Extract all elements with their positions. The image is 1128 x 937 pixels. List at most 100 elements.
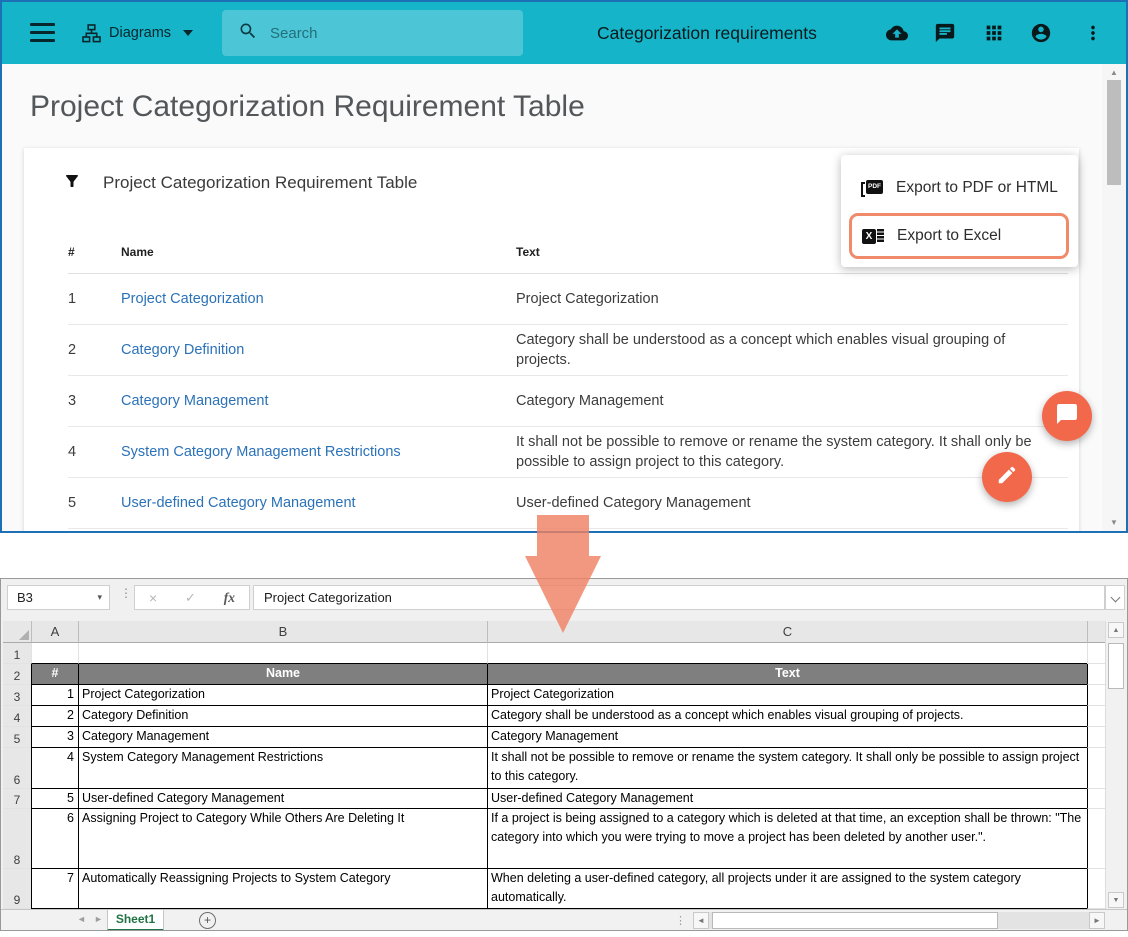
cell[interactable]: Category shall be understood as a concep… <box>487 706 1087 727</box>
requirement-link[interactable]: Project Categorization <box>121 291 264 307</box>
row-header[interactable]: 6 <box>3 748 31 789</box>
formula-buttons: × ✓ fx <box>134 585 250 610</box>
cell[interactable] <box>1087 869 1105 909</box>
scrollbar-thumb[interactable] <box>1108 643 1124 689</box>
cell[interactable] <box>1087 706 1105 727</box>
sheet-prev-icon[interactable]: ◄ <box>77 914 86 924</box>
excel-icon: X <box>862 228 884 245</box>
cell[interactable]: Project Categorization <box>487 685 1087 706</box>
cell[interactable] <box>1087 727 1105 748</box>
cell-header-text[interactable]: Text <box>487 664 1087 685</box>
row-header[interactable]: 4 <box>3 706 31 727</box>
excel-vertical-scrollbar[interactable]: ▲ ▼ <box>1105 621 1126 909</box>
insert-function-icon[interactable]: fx <box>224 590 235 606</box>
scrollbar-thumb[interactable] <box>712 912 998 929</box>
cell[interactable]: Assigning Project to Category While Othe… <box>78 809 487 869</box>
sheet-tab-sheet1[interactable]: Sheet1 <box>107 910 164 931</box>
cell[interactable] <box>1087 789 1105 809</box>
cell[interactable]: It shall not be possible to remove or re… <box>487 748 1087 789</box>
excel-row: 7 5 User-defined Category Management Use… <box>3 789 1105 809</box>
enter-icon[interactable]: ✓ <box>185 590 196 606</box>
cloud-upload-icon[interactable] <box>886 22 908 44</box>
cell[interactable] <box>1087 664 1105 685</box>
scroll-up-icon[interactable]: ▲ <box>1102 68 1126 77</box>
cell[interactable] <box>1087 643 1105 664</box>
scroll-right-icon[interactable]: ► <box>1089 912 1105 929</box>
cell[interactable]: Automatically Reassigning Projects to Sy… <box>78 869 487 909</box>
scrollbar-thumb[interactable] <box>1107 80 1121 185</box>
row-num: 1 <box>68 273 121 324</box>
formula-bar-expand-icon[interactable] <box>1105 585 1125 610</box>
name-box-caret-icon[interactable]: ▾ <box>97 592 102 603</box>
add-sheet-button[interactable]: + <box>199 912 216 929</box>
cell[interactable]: Category Management <box>487 727 1087 748</box>
export-excel-menu-item[interactable]: X Export to Excel <box>849 213 1069 259</box>
cell[interactable] <box>1087 809 1105 869</box>
scroll-up-icon[interactable]: ▲ <box>1108 622 1124 638</box>
filter-icon[interactable] <box>63 172 81 195</box>
cell[interactable]: 4 <box>31 748 78 789</box>
cell[interactable] <box>1087 748 1105 789</box>
scroll-down-icon[interactable]: ▼ <box>1108 892 1124 908</box>
screenshot-canvas: Diagrams Search Categorization requireme… <box>0 0 1128 937</box>
cell[interactable] <box>31 643 78 664</box>
cell[interactable]: 1 <box>31 685 78 706</box>
cell[interactable]: 6 <box>31 809 78 869</box>
row-header[interactable]: 2 <box>3 664 31 685</box>
select-all-corner[interactable] <box>3 621 31 643</box>
row-header[interactable]: 5 <box>3 727 31 748</box>
sheet-next-icon[interactable]: ► <box>94 914 103 924</box>
web-app-screenshot: Diagrams Search Categorization requireme… <box>0 0 1128 533</box>
cell[interactable]: System Category Management Restrictions <box>78 748 487 789</box>
scroll-left-icon[interactable]: ◄ <box>693 912 709 929</box>
cell[interactable]: Category Management <box>78 727 487 748</box>
scroll-down-icon[interactable]: ▼ <box>1102 518 1126 527</box>
cell[interactable] <box>78 643 487 664</box>
requirement-link[interactable]: Category Definition <box>121 342 244 358</box>
row-num: 5 <box>68 477 121 528</box>
cell-header-num[interactable]: # <box>31 664 78 685</box>
export-pdf-menu-item[interactable]: PDF Export to PDF or HTML <box>861 173 1058 203</box>
column-header-a[interactable]: A <box>31 621 78 643</box>
cell[interactable]: If a project is being assigned to a cate… <box>487 809 1087 869</box>
search-input[interactable]: Search <box>222 10 523 56</box>
comments-icon[interactable] <box>934 22 956 44</box>
cell[interactable] <box>487 643 1087 664</box>
app-header-bar: Diagrams Search Categorization requireme… <box>2 2 1126 64</box>
cell[interactable]: 3 <box>31 727 78 748</box>
cancel-icon[interactable]: × <box>149 590 157 606</box>
cell[interactable]: Project Categorization <box>78 685 487 706</box>
export-flow-arrow <box>500 500 630 640</box>
cell[interactable]: User-defined Category Management <box>487 789 1087 809</box>
more-options-icon[interactable] <box>1082 22 1094 44</box>
row-header[interactable]: 1 <box>3 643 31 664</box>
cell[interactable]: Category Definition <box>78 706 487 727</box>
formula-bar[interactable]: Project Categorization <box>253 585 1105 610</box>
cell[interactable] <box>1087 685 1105 706</box>
cell[interactable]: 5 <box>31 789 78 809</box>
row-header[interactable]: 3 <box>3 685 31 706</box>
excel-name-box[interactable]: B3 ▾ <box>7 585 110 610</box>
active-cell-reference: B3 <box>17 590 97 605</box>
account-icon[interactable] <box>1030 22 1052 44</box>
cell[interactable]: User-defined Category Management <box>78 789 487 809</box>
column-header-b[interactable]: B <box>78 621 487 643</box>
row-header[interactable]: 8 <box>3 809 31 869</box>
cell[interactable]: 2 <box>31 706 78 727</box>
row-header[interactable]: 9 <box>3 869 31 909</box>
hamburger-menu-icon[interactable] <box>30 23 55 42</box>
cell[interactable]: 7 <box>31 869 78 909</box>
comment-fab-button[interactable] <box>1042 391 1092 441</box>
row-header[interactable]: 7 <box>3 789 31 809</box>
web-vertical-scrollbar[interactable]: ▲ ▼ <box>1102 64 1126 531</box>
excel-horizontal-scrollbar[interactable]: ◄ ► <box>693 912 1105 929</box>
diagrams-menu[interactable]: Diagrams <box>82 19 193 47</box>
requirement-link[interactable]: System Category Management Restrictions <box>121 444 401 460</box>
column-header-sliver <box>1087 621 1105 643</box>
apps-grid-icon[interactable] <box>983 22 1005 44</box>
cell-header-name[interactable]: Name <box>78 664 487 685</box>
edit-fab-button[interactable] <box>982 452 1032 502</box>
requirement-link[interactable]: Category Management <box>121 393 269 409</box>
requirement-link[interactable]: User-defined Category Management <box>121 495 356 511</box>
cell[interactable]: When deleting a user-defined category, a… <box>487 869 1087 909</box>
